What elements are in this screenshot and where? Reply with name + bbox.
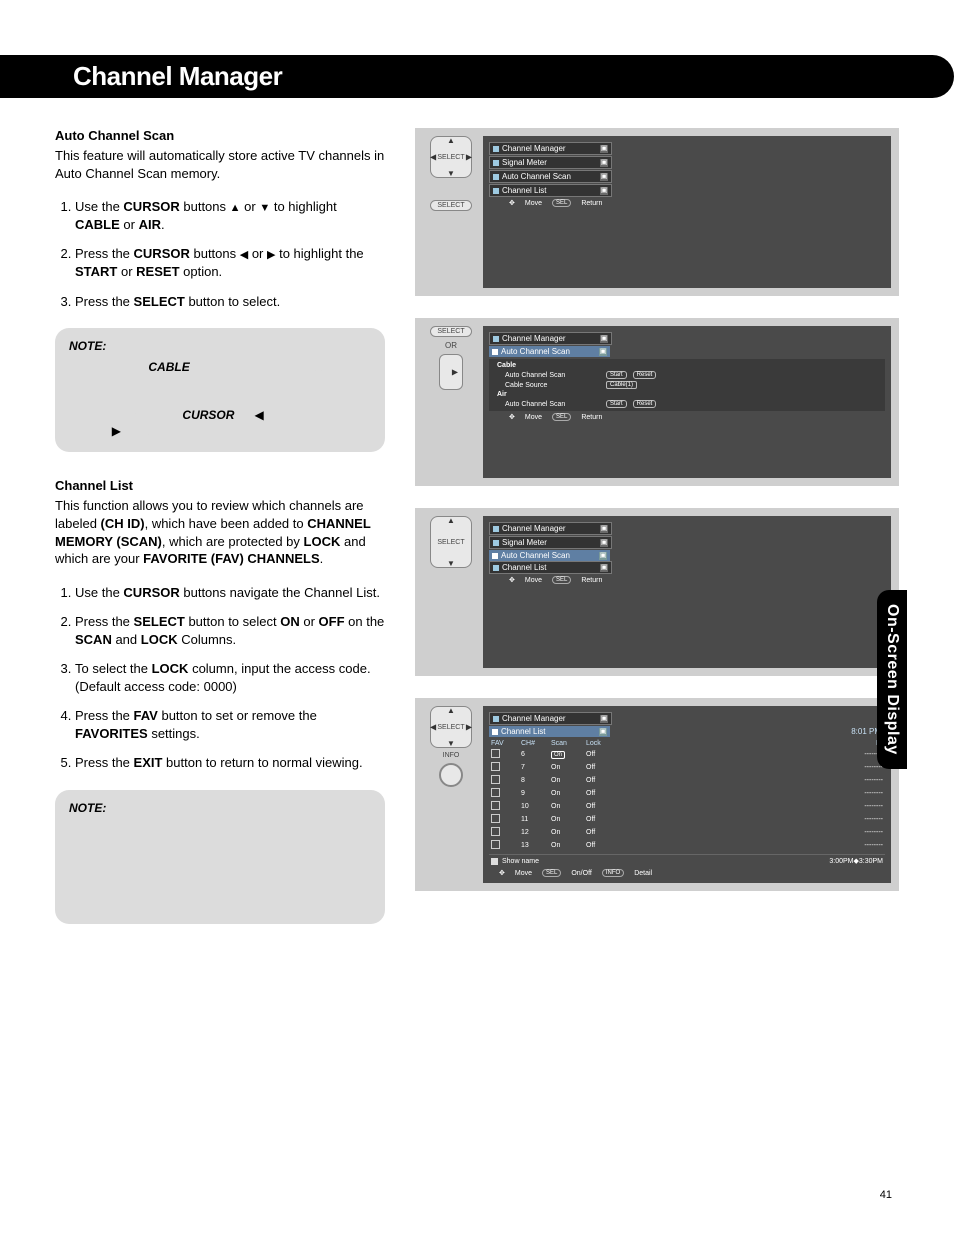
- table-row[interactable]: 12OnOff--------: [489, 826, 885, 839]
- section2-step-2: Press the SELECT button to select ON or …: [75, 613, 385, 648]
- start-button[interactable]: Start: [606, 400, 627, 408]
- cable-source-value: Cable(1): [606, 381, 637, 389]
- table-row[interactable]: 9OnOff--------: [489, 787, 885, 800]
- page-title: Channel Manager: [0, 55, 954, 98]
- table-row[interactable]: 10OnOff--------: [489, 800, 885, 813]
- left-column: Auto Channel Scan This feature will auto…: [55, 128, 385, 950]
- section1-step-2: Press the CURSOR buttons ◀ or ▶ to highl…: [75, 245, 385, 280]
- section2-step-1: Use the CURSOR buttons navigate the Chan…: [75, 584, 385, 602]
- section2-step-3: To select the LOCK column, input the acc…: [75, 660, 385, 695]
- section2-note: NOTE:: [55, 790, 385, 924]
- osd-block-1: ▲▼◀▶ SELECT SELECT Channel Manager▣ Sign…: [415, 128, 899, 296]
- osd-block-2: SELECT OR ▶ Channel Manager▣ Auto Channe…: [415, 318, 899, 486]
- start-button[interactable]: Start: [606, 371, 627, 379]
- showname-label: Show name: [502, 858, 539, 865]
- select-button-icon: SELECT: [430, 326, 471, 337]
- note-label-2: NOTE:: [69, 800, 371, 816]
- note-label: NOTE:: [69, 338, 371, 354]
- dpad-updown-icon: ▲▼ SELECT: [430, 516, 472, 568]
- section1-note: NOTE: If it is selected CABLE mode. You …: [55, 328, 385, 452]
- osd-screen-4: Channel Manager▣ Channel List▣ 8:01 PM F…: [483, 706, 891, 883]
- table-row[interactable]: 7OnOff--------: [489, 761, 885, 774]
- table-row[interactable]: 6OnOff--------: [489, 748, 885, 761]
- clock: 8:01 PM: [612, 727, 885, 736]
- section1-steps: Use the CURSOR buttons ▲ or ▼ to highlig…: [55, 198, 385, 310]
- section2-intro: This function allows you to review which…: [55, 497, 385, 567]
- osd-block-3: ▲▼ SELECT Channel Manager▣ Signal Meter▣…: [415, 508, 899, 676]
- osd-screen-1: Channel Manager▣ Signal Meter▣ Auto Chan…: [483, 136, 891, 288]
- table-row[interactable]: 11OnOff--------: [489, 813, 885, 826]
- section2-heading: Channel List: [55, 478, 385, 493]
- info-label: INFO: [443, 752, 460, 759]
- left-arrow-icon: ◀: [254, 408, 263, 422]
- or-label: OR: [445, 341, 457, 350]
- page-number: 41: [880, 1189, 892, 1201]
- dpad-icon: ▲▼◀▶ SELECT: [430, 706, 472, 748]
- reset-button[interactable]: Reset: [633, 371, 657, 379]
- side-tab: On-Screen Display: [877, 590, 907, 769]
- reset-button[interactable]: Reset: [633, 400, 657, 408]
- dpad-right-icon: ▶: [439, 354, 463, 390]
- channel-list-table: FAVCH#ScanLockID 6OnOff--------7OnOff---…: [489, 739, 885, 852]
- osd-block-4: ▲▼◀▶ SELECT INFO Channel Manager▣ Channe…: [415, 698, 899, 891]
- section2-steps: Use the CURSOR buttons navigate the Chan…: [55, 584, 385, 772]
- right-arrow-icon: ▶: [112, 424, 121, 438]
- section2-step-4: Press the FAV button to set or remove th…: [75, 707, 385, 742]
- osd-screen-3: Channel Manager▣ Signal Meter▣ Auto Chan…: [483, 516, 891, 668]
- dpad-icon: ▲▼◀▶ SELECT: [430, 136, 472, 178]
- right-column: ▲▼◀▶ SELECT SELECT Channel Manager▣ Sign…: [415, 128, 899, 950]
- select-button-icon: SELECT: [430, 200, 471, 211]
- section1-step-3: Press the SELECT button to select.: [75, 293, 385, 311]
- table-row[interactable]: 13OnOff--------: [489, 839, 885, 852]
- section1-intro: This feature will automatically store ac…: [55, 147, 385, 182]
- section1-step-1: Use the CURSOR buttons ▲ or ▼ to highlig…: [75, 198, 385, 233]
- info-button-icon: [439, 763, 463, 787]
- osd-screen-2: Channel Manager▣ Auto Channel Scan▣ Cabl…: [483, 326, 891, 478]
- section2-step-5: Press the EXIT button to return to norma…: [75, 754, 385, 772]
- table-row[interactable]: 8OnOff--------: [489, 774, 885, 787]
- section1-heading: Auto Channel Scan: [55, 128, 385, 143]
